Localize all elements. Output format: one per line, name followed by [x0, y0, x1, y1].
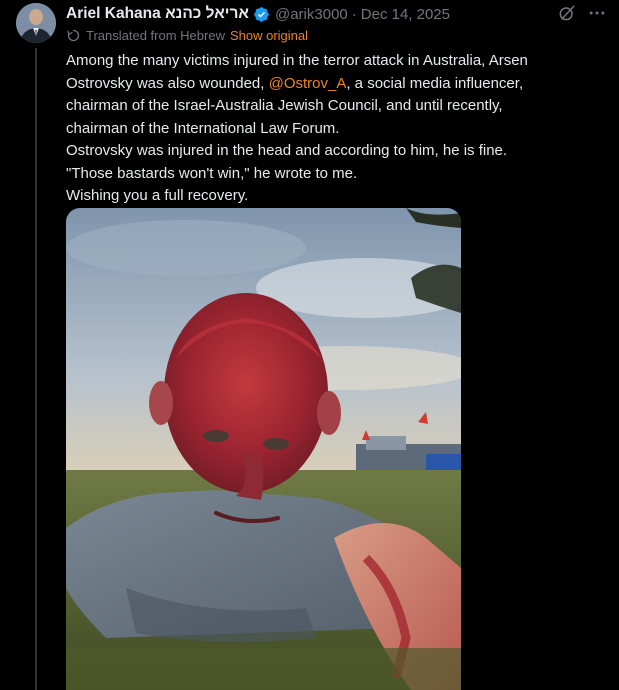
verified-badge-icon [254, 6, 269, 22]
tweet-date[interactable]: Dec 14, 2025 [361, 6, 450, 23]
photo-illustration [66, 208, 461, 690]
header-actions [557, 3, 607, 23]
translated-from-label: Translated from Hebrew [86, 28, 225, 43]
author-avatar[interactable] [16, 3, 56, 43]
author-handle[interactable]: @arik3000 [275, 6, 348, 23]
translate-icon [67, 29, 80, 42]
thread-line [35, 48, 37, 690]
tweet-media-photo[interactable] [66, 208, 461, 690]
grok-icon[interactable] [557, 3, 577, 23]
avatar-photo [16, 3, 56, 43]
tweet-line: chairman of the Israel-Australia Jewish … [66, 97, 503, 114]
tweet-line: chairman of the International Law Forum. [66, 119, 340, 137]
tweet-line: Ostrovsky was also wounded, @Ostrov_A, a… [66, 73, 606, 96]
separator-dot: · [351, 5, 357, 23]
tweet-line: Ostrovsky was injured in the head and ac… [66, 142, 508, 159]
tweet-line: "Those bastards won't win," he wrote to … [66, 164, 358, 182]
more-icon[interactable] [587, 3, 607, 23]
mention-link[interactable]: @Ostrov_A [269, 75, 347, 92]
tweet-line-segment: , a social media influencer, [346, 74, 524, 92]
translation-bar: Translated from Hebrew Show original [66, 28, 308, 43]
tweet-text: Among the many victims injured in the te… [66, 50, 606, 208]
show-original-link[interactable]: Show original [230, 28, 308, 43]
tweet-header: Ariel Kahana אריאל כהנא @arik3000 · Dec … [66, 2, 607, 26]
tweet-line: Wishing you a full recovery. [66, 187, 249, 204]
tweet-line-segment: Ostrovsky was also wounded, [66, 74, 269, 92]
tweet-line: Among the many victims injured in the te… [66, 52, 528, 69]
author-display-name[interactable]: Ariel Kahana אריאל כהנא [66, 5, 249, 23]
